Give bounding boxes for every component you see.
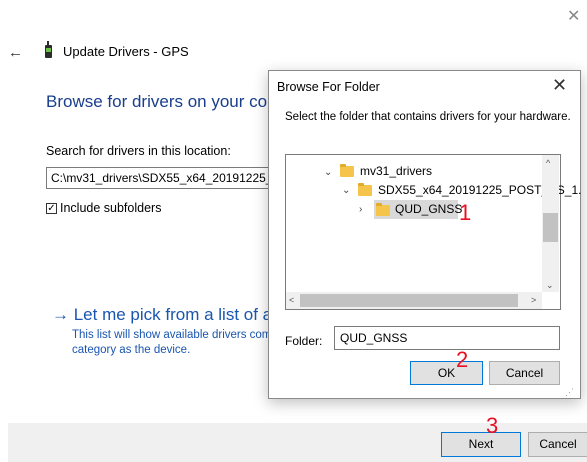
back-arrow-icon[interactable]: ← [8, 44, 23, 61]
dialog-title: Browse For Folder [277, 80, 380, 94]
folder-icon [376, 203, 390, 216]
cancel-button[interactable]: Cancel [528, 432, 587, 457]
close-icon[interactable]: ✕ [567, 9, 581, 25]
scroll-down-icon[interactable]: ⌄ [546, 280, 554, 291]
device-icon [45, 41, 52, 58]
step-marker-3: 3 [486, 413, 499, 438]
chevron-right-icon[interactable]: › [359, 204, 362, 215]
dialog-cancel-button[interactable]: Cancel [489, 361, 560, 385]
wizard-title: Update Drivers - GPS [63, 44, 189, 59]
pick-from-list-description: This list will show available drivers co… [72, 329, 278, 356]
folder-icon [358, 183, 372, 196]
scroll-left-icon[interactable]: < [289, 295, 294, 305]
next-button[interactable]: Next [441, 432, 521, 457]
step-marker-2: 2 [456, 347, 469, 372]
ok-button[interactable]: OK [410, 361, 483, 385]
step-marker-1: 1 [459, 200, 472, 225]
pick-from-list-link[interactable]: → Let me pick from a list of avail [52, 305, 298, 325]
include-subfolders-checkbox[interactable]: ✓ [46, 203, 57, 214]
tree-item-mv31-drivers[interactable]: mv31_drivers [360, 162, 432, 180]
page-heading: Browse for drivers on your comput [46, 92, 305, 111]
dialog-close-icon[interactable]: ✕ [552, 75, 567, 96]
vertical-scroll-thumb[interactable] [543, 213, 558, 242]
search-location-label: Search for drivers in this location: [46, 144, 231, 158]
scroll-up-icon[interactable]: ^ [546, 158, 550, 168]
horizontal-scroll-thumb[interactable] [300, 294, 518, 307]
tree-item-qud-gnss[interactable]: QUD_GNSS [395, 200, 462, 218]
include-subfolders-label: Include subfolders [60, 201, 162, 215]
folder-tree[interactable]: ⌄ mv31_drivers ⌄ SDX55_x64_20191225_POST… [285, 154, 581, 310]
dialog-instruction: Select the folder that contains drivers … [285, 111, 571, 123]
chevron-down-icon[interactable]: ⌄ [342, 185, 350, 196]
path-input[interactable]: C:\mv31_drivers\SDX55_x64_20191225_POST [46, 167, 286, 189]
folder-field-label: Folder: [285, 334, 323, 348]
resize-grip-icon[interactable]: ⋰ [565, 387, 574, 398]
folder-icon [340, 164, 354, 177]
chevron-down-icon[interactable]: ⌄ [324, 167, 332, 178]
scroll-right-icon[interactable]: > [531, 295, 536, 305]
folder-input[interactable]: QUD_GNSS [334, 326, 560, 350]
